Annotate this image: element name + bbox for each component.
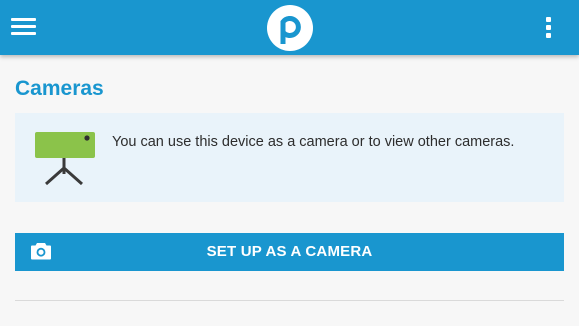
hamburger-menu-icon bbox=[11, 18, 36, 21]
info-text: You can use this device as a camera or t… bbox=[112, 134, 515, 150]
set-up-as-camera-label: SET UP AS A CAMERA bbox=[206, 243, 373, 260]
menu-line bbox=[11, 25, 36, 28]
info-card: You can use this device as a camera or t… bbox=[15, 113, 564, 202]
more-vert-dot bbox=[546, 33, 551, 38]
set-up-as-camera-button[interactable]: SET UP AS A CAMERA bbox=[15, 233, 564, 271]
menu-line bbox=[11, 32, 36, 35]
app-logo bbox=[267, 5, 313, 51]
divider bbox=[15, 300, 564, 301]
menu-button[interactable] bbox=[11, 16, 36, 38]
more-vert-dot bbox=[546, 25, 551, 30]
more-vert-icon bbox=[546, 17, 551, 22]
overflow-menu-button[interactable] bbox=[536, 14, 560, 42]
camera-tripod-icon bbox=[33, 130, 97, 188]
logo-p-icon bbox=[280, 16, 301, 44]
app-bar bbox=[0, 0, 579, 55]
page-title: Cameras bbox=[15, 77, 104, 100]
